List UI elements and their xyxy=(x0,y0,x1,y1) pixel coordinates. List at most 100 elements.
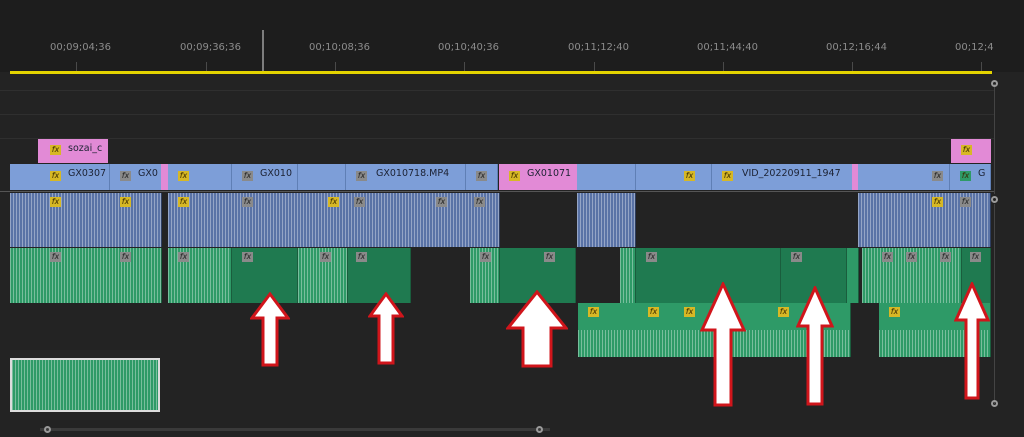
time-ruler[interactable]: 00;09;04;36 00;09;36;36 00;10;08;36 00;1… xyxy=(0,0,1024,72)
hscroll-handle-right[interactable] xyxy=(536,426,543,433)
fx-badge: fx xyxy=(722,171,733,181)
video-clip[interactable]: fx GX0 xyxy=(110,164,162,190)
video-clip[interactable]: fx GX010718.MP4 xyxy=(346,164,466,190)
timecode-label: 00;09;36;36 xyxy=(180,42,242,53)
title-overlap-clip[interactable]: fx GX01071 xyxy=(499,164,577,190)
audio-waveform xyxy=(168,220,499,247)
fx-badge: fx xyxy=(328,197,339,207)
fx-badge: fx xyxy=(120,171,131,181)
work-area-bar[interactable] xyxy=(10,71,992,74)
video-clip[interactable]: fx xyxy=(858,164,950,190)
clip-label: sozai_c xyxy=(68,143,103,154)
video-clip[interactable] xyxy=(577,164,636,190)
audio-clip[interactable]: fx fx fx fx fx fx xyxy=(168,193,500,247)
annotation-arrow-up xyxy=(796,286,834,406)
scroll-handle[interactable] xyxy=(991,80,998,87)
fx-badge: fx xyxy=(242,197,253,207)
clip-label: GX010 xyxy=(260,168,293,179)
audio-clip-selected[interactable] xyxy=(10,358,160,412)
audio-clip[interactable]: fx fx xyxy=(10,193,162,247)
video-clip[interactable]: fx xyxy=(168,164,232,190)
audio-clip[interactable]: fx fx xyxy=(10,248,162,303)
audio-waveform xyxy=(12,385,158,410)
audio-clip[interactable]: fx xyxy=(168,248,232,303)
fx-badge: fx xyxy=(961,145,972,155)
scroll-handle[interactable] xyxy=(991,400,998,407)
video-audio-divider[interactable] xyxy=(0,191,994,192)
timecode-label: 00;12;16;44 xyxy=(826,42,888,53)
fx-badge: fx xyxy=(646,252,657,262)
fx-badge: fx xyxy=(684,307,695,317)
title-overlap-clip[interactable] xyxy=(161,164,168,190)
fx-badge: fx xyxy=(970,252,981,262)
fx-badge: fx xyxy=(648,307,659,317)
audio-clip[interactable] xyxy=(847,248,859,303)
clip-label: VID_20220911_1947 xyxy=(742,168,841,179)
audio-clip[interactable] xyxy=(577,193,636,247)
video-track-scrollbar[interactable] xyxy=(994,84,995,194)
audio-clip[interactable]: fx fx fx xyxy=(862,248,962,303)
fx-badge: fx xyxy=(588,307,599,317)
fx-badge: fx xyxy=(791,252,802,262)
annotation-arrow-up xyxy=(250,292,290,367)
audio-waveform xyxy=(470,275,499,303)
fx-badge: fx xyxy=(436,197,447,207)
clip-label: G xyxy=(978,168,986,179)
video-clip[interactable]: fx GX0307 xyxy=(10,164,110,190)
audio-waveform xyxy=(577,193,635,220)
audio-clip[interactable]: fx xyxy=(470,248,500,303)
audio-waveform xyxy=(10,220,161,247)
fx-badge: fx xyxy=(778,307,789,317)
audio-waveform xyxy=(620,248,635,276)
timecode-label: 00;09;04;36 xyxy=(50,42,112,53)
audio-waveform xyxy=(168,275,231,303)
audio-track-scrollbar[interactable] xyxy=(994,204,995,404)
fx-badge: fx xyxy=(50,171,61,181)
fx-badge: fx xyxy=(476,171,487,181)
track-divider xyxy=(0,138,994,139)
fx-badge: fx xyxy=(889,307,900,317)
timecode-label: 00;10;40;36 xyxy=(438,42,500,53)
timecode-label: 00;10;08;36 xyxy=(309,42,371,53)
timecode-label: 00;11;12;40 xyxy=(568,42,630,53)
fx-badge: fx xyxy=(932,197,943,207)
fx-badge: fx xyxy=(50,252,61,262)
audio-clip[interactable] xyxy=(620,248,636,303)
timecode-label: 00;12;4 xyxy=(955,42,994,53)
fx-badge: fx xyxy=(178,171,189,181)
fx-badge: fx xyxy=(50,197,61,207)
audio-waveform xyxy=(577,220,635,247)
horizontal-scrollbar[interactable] xyxy=(40,428,550,431)
audio-waveform xyxy=(298,275,347,303)
playhead[interactable] xyxy=(262,30,264,72)
fx-badge: fx xyxy=(882,252,893,262)
timecode-label: 00;11;44;40 xyxy=(697,42,759,53)
fx-badge: fx xyxy=(960,171,971,181)
video-clip[interactable]: fx VID_20220911_1947 xyxy=(712,164,857,190)
audio-waveform xyxy=(10,275,161,303)
fx-badge: fx xyxy=(356,171,367,181)
audio-waveform xyxy=(10,193,161,220)
title-clip[interactable]: fx sozai_c xyxy=(38,139,108,163)
clip-label: GX010718.MP4 xyxy=(376,168,450,179)
scroll-handle[interactable] xyxy=(991,196,998,203)
video-clip[interactable]: fx xyxy=(466,164,498,190)
fx-badge: fx xyxy=(932,171,943,181)
title-clip[interactable]: fx xyxy=(951,139,991,163)
annotation-arrow-up xyxy=(368,292,404,365)
hscroll-handle-left[interactable] xyxy=(44,426,51,433)
fx-badge: fx xyxy=(50,145,61,155)
audio-clip[interactable]: fx fx xyxy=(858,193,991,247)
video-clip[interactable]: fx xyxy=(636,164,712,190)
audio-waveform xyxy=(620,275,635,303)
track-divider xyxy=(0,90,994,91)
audio-waveform xyxy=(12,360,158,385)
audio-waveform xyxy=(10,248,161,276)
annotation-arrow-up xyxy=(700,282,746,407)
video-clip[interactable]: fx G xyxy=(950,164,991,190)
video-clip[interactable] xyxy=(298,164,346,190)
fx-badge: fx xyxy=(509,171,520,181)
audio-clip[interactable]: fx xyxy=(298,248,348,303)
video-clip[interactable]: fx GX010 xyxy=(232,164,298,190)
fx-badge: fx xyxy=(178,252,189,262)
